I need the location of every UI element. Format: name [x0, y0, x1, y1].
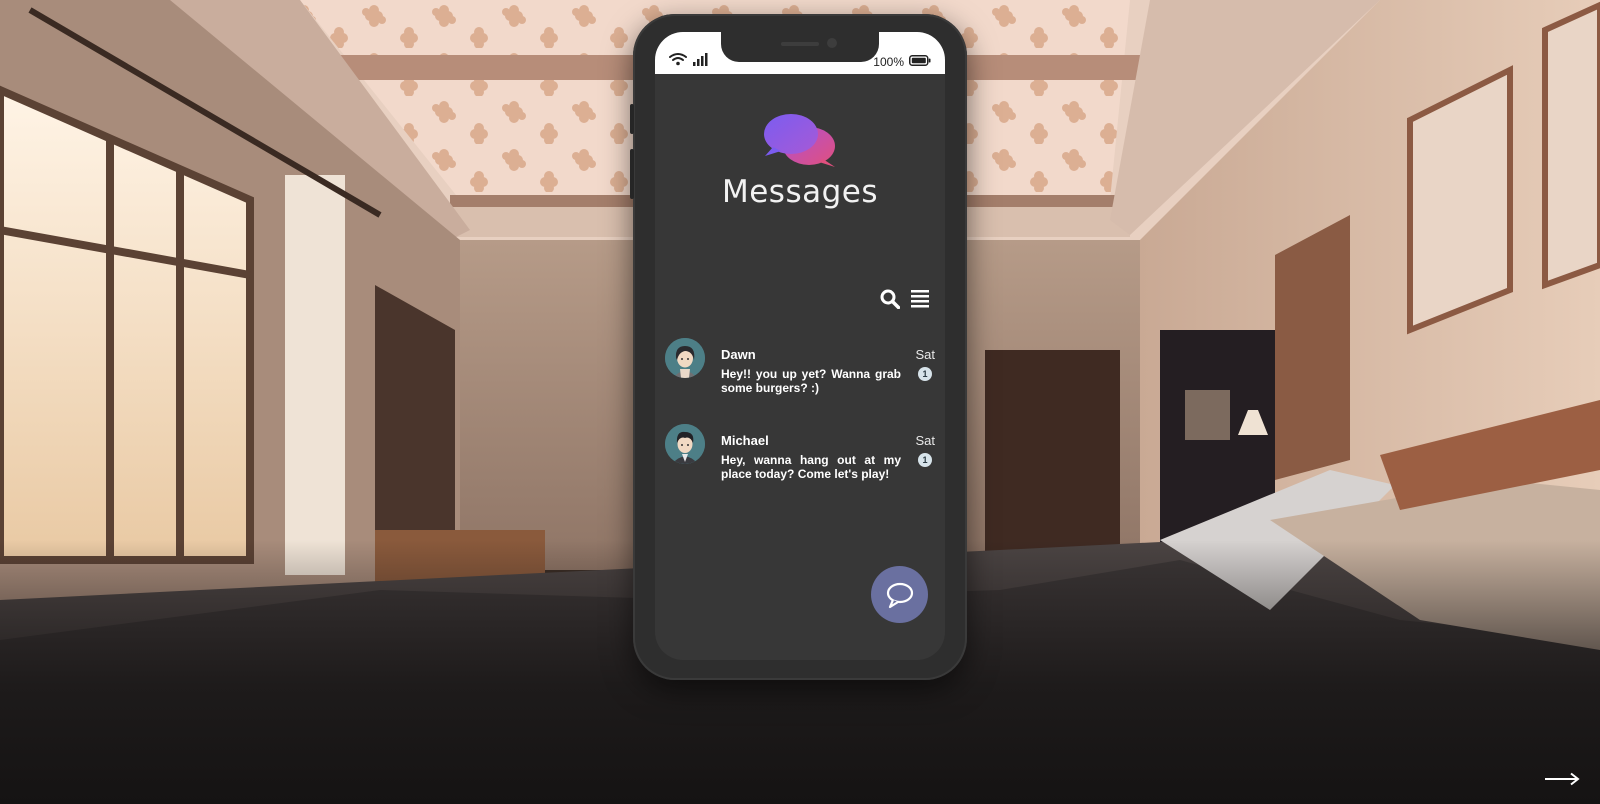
compose-message-button[interactable] — [871, 566, 928, 623]
menu-icon — [911, 290, 929, 308]
battery-icon — [909, 53, 931, 71]
phone-side-button — [630, 104, 634, 134]
message-thread-michael[interactable]: Michael Sat Hey, wanna hang out at my pl… — [655, 424, 945, 510]
avatar-michael — [665, 424, 705, 464]
next-scene-button[interactable] — [1542, 765, 1582, 793]
wifi-icon — [669, 52, 687, 71]
signal-bars-icon — [693, 52, 711, 71]
status-icons-right: 100% — [873, 53, 931, 71]
message-thread-list: Dawn Sat Hey!! you up yet? Wanna grab so… — [655, 338, 945, 510]
right-arrow-icon — [1545, 772, 1580, 786]
messages-toolbar — [879, 288, 931, 310]
status-bar: 100% — [655, 32, 945, 74]
search-button[interactable] — [879, 288, 901, 310]
unread-badge: 1 — [918, 453, 932, 467]
app-header: Messages — [655, 112, 945, 210]
chat-bubbles-icon — [764, 114, 835, 167]
thread-sender-name: Dawn — [721, 347, 756, 362]
search-icon — [880, 289, 900, 309]
menu-button[interactable] — [909, 288, 931, 310]
avatar-dawn — [665, 338, 705, 378]
speaker-grille — [781, 42, 819, 46]
battery-percent: 100% — [873, 55, 904, 69]
phone-notch — [721, 32, 879, 62]
thread-timestamp: Sat — [915, 347, 935, 362]
app-title: Messages — [721, 174, 879, 210]
status-icons-left — [669, 52, 711, 71]
thread-sender-name: Michael — [721, 433, 769, 448]
game-scene: 100% Messages Dawn Sat Hey!! you up yet?… — [0, 0, 1600, 804]
thread-preview: Hey!! you up yet? Wanna grab some burger… — [721, 367, 901, 395]
chat-bubble-icon — [886, 582, 913, 608]
unread-badge: 1 — [918, 367, 932, 381]
message-thread-dawn[interactable]: Dawn Sat Hey!! you up yet? Wanna grab so… — [655, 338, 945, 424]
front-camera — [827, 38, 837, 48]
phone-device: 100% Messages Dawn Sat Hey!! you up yet?… — [630, 14, 967, 680]
phone-screen: 100% Messages Dawn Sat Hey!! you up yet?… — [655, 32, 945, 660]
thread-preview: Hey, wanna hang out at my place today? C… — [721, 453, 901, 481]
phone-volume-button — [630, 149, 634, 199]
thread-timestamp: Sat — [915, 433, 935, 448]
